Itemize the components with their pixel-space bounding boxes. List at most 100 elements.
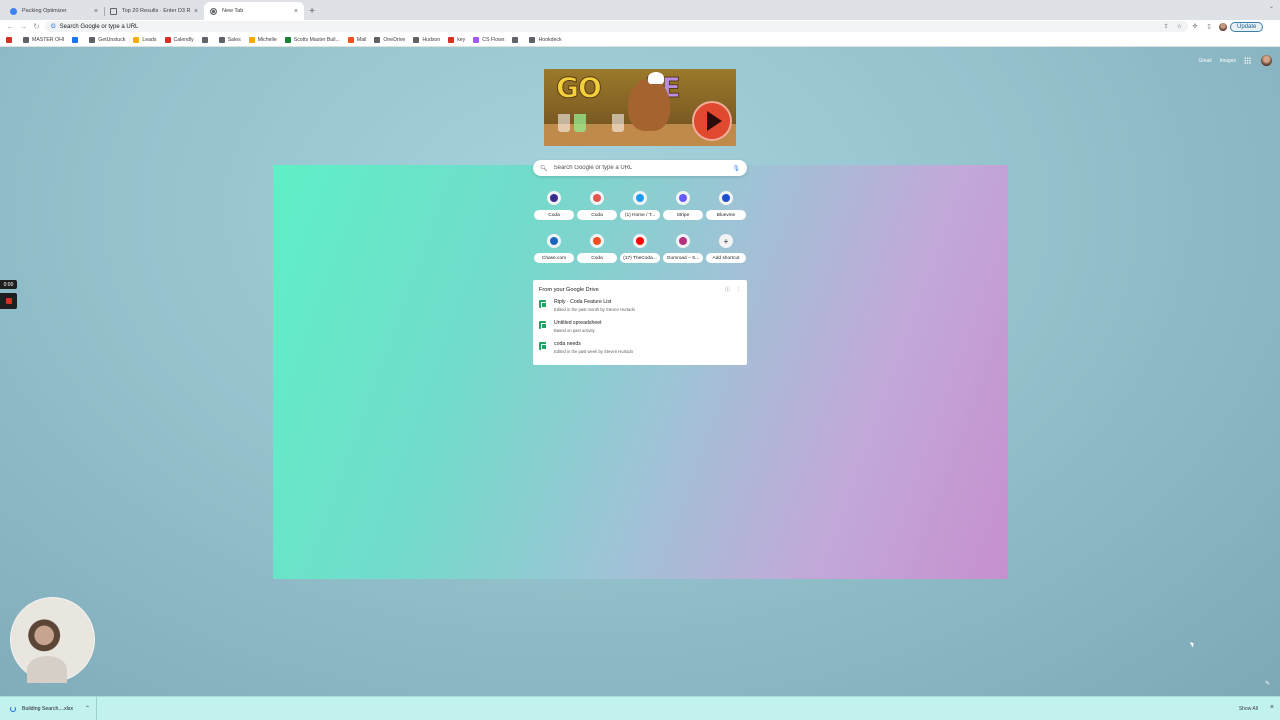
shortcut-tile[interactable]: Bluevine [705,189,747,227]
key-icon [448,36,455,43]
webcam-bubble[interactable] [10,597,95,683]
doodle-cup [612,114,624,132]
microphone-icon[interactable]: 🎙︎ [732,165,740,172]
tab-packing-optimizer[interactable]: Packing Optimizer × [4,2,104,20]
drive-file-item[interactable]: coda needs Edited in the past week by Ste… [539,341,741,362]
update-button[interactable]: Update [1230,21,1264,32]
close-icon[interactable]: × [94,8,98,15]
doodle-cup [574,114,586,132]
google-doodle[interactable]: GOLE [544,69,736,146]
bookmark-item[interactable]: Hudson [413,36,440,43]
drive-file-activity: Based on past activity [554,328,595,333]
bookmark-item[interactable]: Hookdeck [529,36,562,43]
folder-icon [218,36,225,43]
chevron-up-icon[interactable]: ⌃ [85,705,90,712]
bookmark-item[interactable]: CS Flows [473,36,504,43]
drive-file-activity: Edited in the past week by Steven Hurtad… [554,349,634,354]
drive-file-item[interactable]: Riply · Coda Feature List Edited in the p… [539,299,741,320]
shortcut-tile[interactable]: Coda [576,189,618,227]
apps-grid-icon[interactable] [1244,57,1251,64]
link-icon [201,36,208,43]
bookmarks-bar: MASTER OHI GetUnstuck Leads Calendly Sales Mi… [0,33,1280,47]
more-vert-icon[interactable]: ⋮ [736,287,741,293]
bookmark-item[interactable]: Sales [218,36,241,43]
shortcut-label: (17) TheCoda... [620,253,660,263]
share-icon[interactable]: ⇪ [1164,23,1169,30]
shortcut-tile[interactable]: Coda [576,232,618,270]
customize-pencil-icon[interactable]: ✎ [1265,680,1270,687]
show-all-button[interactable]: Show All [1239,706,1258,712]
bookmark-item[interactable]: Michelle [248,36,277,43]
extensions-icon[interactable]: ✣ [1188,23,1202,30]
gmail-link[interactable]: Gmail [1199,58,1212,64]
figma-icon [473,36,480,43]
bookmark-label: Mail [356,36,367,43]
bookmark-item[interactable]: key [448,36,465,43]
bookmark-item[interactable]: Scotts Master Buil... [284,36,340,43]
bookmark-star-icon[interactable]: ☆ [1177,23,1182,30]
doc-icon [23,36,29,43]
browser-toolbar: ← → ↻ G Search Google or type a URL ⇪ ☆ … [0,20,1280,33]
bookmark-item[interactable]: Mail [347,36,367,43]
shortcut-label: Coda [534,210,574,220]
side-panel-icon[interactable]: ▯ [1202,23,1216,30]
top-links: Gmail Images [1199,55,1272,66]
drive-file-name: Untitled spreadsheet [554,320,602,326]
bookmark-item[interactable]: Calendly [164,36,194,43]
folder-icon [413,36,420,43]
download-item[interactable]: Building Search....xlsx ⌃ [10,696,98,720]
packing-icon [10,7,17,15]
star-icon [133,36,140,43]
bookmark-item[interactable] [72,36,81,43]
drive-file-item[interactable]: Untitled spreadsheet Based on past activi… [539,320,741,341]
address-bar[interactable]: G Search Google or type a URL ⇪ ☆ [45,21,1188,32]
new-tab-page: Gmail Images GOLE 🔍︎ 🎙︎ CodaCoda(1) Home… [0,47,1280,696]
search-icon: 🔍︎ [540,165,548,172]
forward-icon[interactable]: → [17,22,30,31]
drive-file-name: coda needs [554,341,581,347]
close-icon[interactable]: × [1270,704,1274,711]
bookmark-item[interactable]: Leads [133,36,157,43]
shortcut-tile[interactable]: (17) TheCoda... [619,232,661,270]
search-box[interactable]: 🔍︎ 🎙︎ [533,160,747,176]
sheets-icon [539,300,547,308]
back-icon[interactable]: ← [4,22,17,31]
download-progress-icon [10,705,16,712]
shortcut-tile[interactable]: Stripe [662,189,704,227]
bookmark-item[interactable]: GetUnstuck [89,36,126,43]
new-tab-button[interactable]: + [304,2,320,20]
bookmark-item[interactable]: MASTER OHI [23,36,64,43]
shortcut-icon-wrap [590,234,604,248]
bookmark-label: Leads [142,36,157,43]
reload-icon[interactable]: ↻ [30,22,43,31]
bookmark-item[interactable] [6,36,15,43]
coda-icon [550,194,558,202]
bookmark-item[interactable] [201,36,211,43]
profile-avatar[interactable] [1219,22,1227,31]
bookmark-label: Scotts Master Buil... [293,36,340,43]
search-input[interactable] [553,165,733,171]
drive-file-name: Riply · Coda Feature List [554,299,612,305]
account-avatar[interactable] [1261,55,1272,66]
close-icon[interactable]: × [194,8,198,15]
bookmark-item[interactable] [512,36,521,43]
smiley-icon [248,36,255,43]
shortcut-icon-wrap [676,234,690,248]
shortcut-tile[interactable]: (1) Home / T... [619,189,661,227]
stop-recording-button[interactable] [0,293,17,309]
bookmark-label: GetUnstuck [98,36,126,43]
bookmark-item[interactable]: OneDrive [374,36,405,43]
tab-search-icon[interactable]: ⌄ [1269,3,1274,10]
doodle-play-button[interactable] [692,101,732,141]
info-icon[interactable]: ⓘ [725,286,730,293]
images-link[interactable]: Images [1220,58,1236,64]
close-icon[interactable]: × [294,8,298,15]
shortcut-icon-wrap [547,234,561,248]
shortcut-tile[interactable]: + Add shortcut [705,232,747,270]
shortcut-tile[interactable]: Coda [533,189,575,227]
tab-top-20-results[interactable]: Top 20 Results · Enter D3 Rec... × [104,2,204,20]
shortcut-tile[interactable]: Chase.com [533,232,575,270]
tab-new-tab[interactable]: New Tab × [204,2,304,20]
shortcut-tile[interactable]: Gumroad – S... [662,232,704,270]
drive-items: Riply · Coda Feature List Edited in the p… [539,299,741,362]
